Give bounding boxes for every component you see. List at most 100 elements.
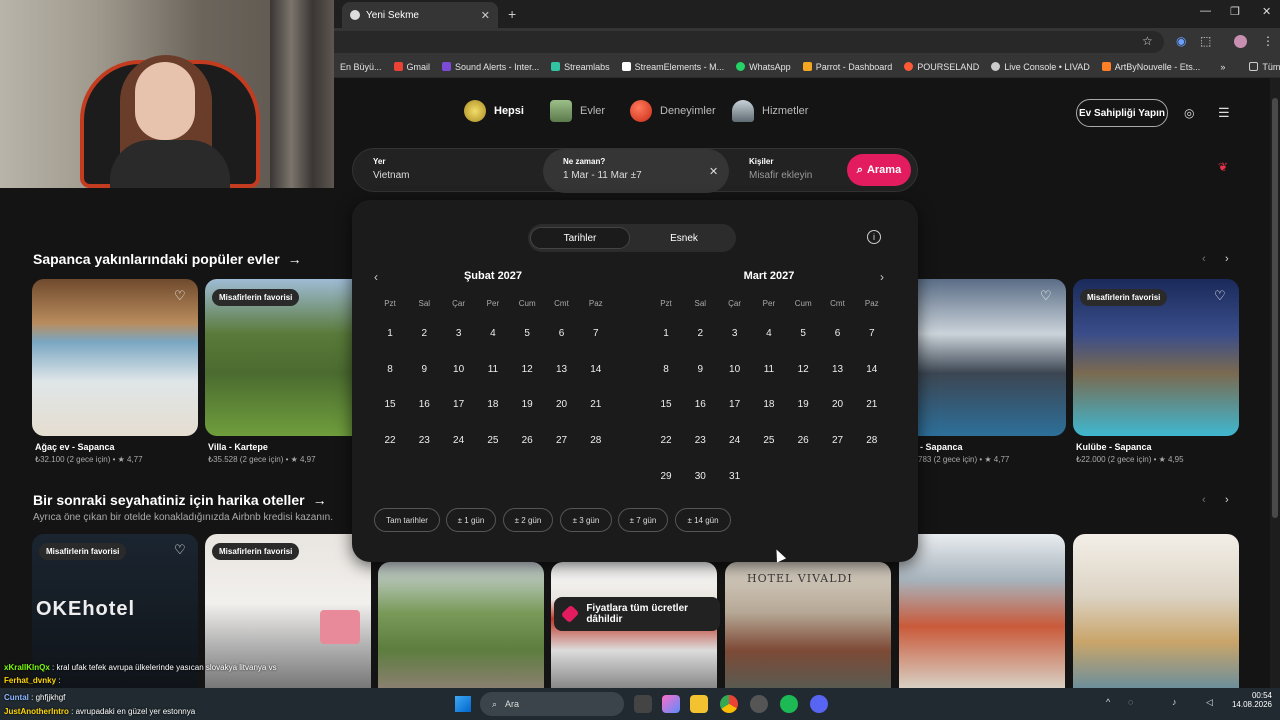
tab-flexible[interactable]: Esnek — [634, 227, 734, 249]
calendar-day[interactable]: 10 — [442, 364, 476, 375]
calendar-day[interactable]: 20 — [821, 399, 855, 410]
all-bookmarks-button[interactable]: Tüm Yer İşaretleri — [1243, 62, 1280, 72]
calendar-day[interactable]: 1 — [649, 328, 683, 339]
bookmark-item[interactable]: En Büyü... — [334, 62, 388, 72]
obs-icon[interactable] — [750, 695, 768, 713]
chip-exact-dates[interactable]: Tam tarihler — [374, 508, 440, 532]
category-hizmetler[interactable]: Hizmetler — [732, 100, 808, 122]
bookmark-pourseland[interactable]: POURSELAND — [898, 62, 985, 72]
calendar-day[interactable]: 29 — [649, 471, 683, 482]
calendar-day[interactable]: 24 — [442, 435, 476, 446]
chip-3-days[interactable]: ± 3 gün — [560, 508, 612, 532]
scrollbar-thumb[interactable] — [1272, 98, 1278, 518]
address-bar[interactable] — [334, 31, 1164, 53]
calendar-day[interactable]: 5 — [510, 328, 544, 339]
calendar-day[interactable]: 15 — [373, 399, 407, 410]
category-hepsi[interactable]: Hepsi — [464, 100, 524, 122]
calendar-day[interactable]: 15 — [649, 399, 683, 410]
hamburger-menu-icon[interactable]: ☰ — [1218, 105, 1230, 121]
minimize-icon[interactable]: — — [1200, 5, 1211, 17]
calendar-day[interactable]: 11 — [752, 364, 786, 375]
calendar-day[interactable]: 3 — [718, 328, 752, 339]
heart-icon[interactable]: ♡ — [1040, 288, 1052, 304]
chip-1-day[interactable]: ± 1 gün — [446, 508, 496, 532]
calendar-day[interactable]: 21 — [579, 399, 613, 410]
calendar-day[interactable]: 25 — [476, 435, 510, 446]
hotel-photo[interactable] — [1073, 534, 1239, 688]
calendar-day[interactable]: 6 — [545, 328, 579, 339]
profile-avatar[interactable] — [1234, 35, 1247, 48]
next-arrow-icon[interactable]: › — [1225, 253, 1229, 265]
bookmark-livad[interactable]: Live Console • LIVAD — [985, 62, 1096, 72]
listing-title[interactable]: Kulübe - Sapanca — [1076, 442, 1152, 452]
info-icon[interactable]: i — [867, 230, 881, 244]
calendar-day[interactable]: 4 — [752, 328, 786, 339]
calendar-day[interactable]: 12 — [786, 364, 820, 375]
bookmark-whatsapp[interactable]: WhatsApp — [730, 62, 797, 72]
search-button[interactable]: ⌕ Arama — [847, 154, 911, 186]
tray-volume-icon[interactable]: ◁ — [1206, 697, 1213, 708]
calendar-day[interactable]: 16 — [683, 399, 717, 410]
calendar-day[interactable]: 14 — [855, 364, 889, 375]
close-tab-icon[interactable]: ✕ — [481, 9, 490, 22]
copilot-icon[interactable] — [662, 695, 680, 713]
calendar-day[interactable]: 31 — [718, 471, 752, 482]
more-menu-icon[interactable]: ⋮ — [1262, 34, 1274, 48]
calendar-day[interactable]: 28 — [855, 435, 889, 446]
calendar-day[interactable]: 26 — [786, 435, 820, 446]
calendar-day[interactable]: 8 — [373, 364, 407, 375]
bookmark-streamelements[interactable]: StreamElements - M... — [616, 62, 731, 72]
chrome-icon[interactable] — [720, 695, 738, 713]
discord-icon[interactable] — [810, 695, 828, 713]
listing-title[interactable]: Ağaç ev - Sapanca — [35, 442, 115, 452]
chip-2-days[interactable]: ± 2 gün — [503, 508, 553, 532]
new-tab-icon[interactable]: + — [508, 6, 516, 22]
calendar-day[interactable]: 27 — [545, 435, 579, 446]
where-field[interactable]: Yer Vietnam — [353, 149, 543, 193]
section-hotels-title[interactable]: Bir sonraki seyahatiniz için harika otel… — [33, 492, 327, 508]
calendar-day[interactable]: 6 — [821, 328, 855, 339]
when-field[interactable]: Ne zaman? 1 Mar - 11 Mar ±7 — [543, 149, 729, 193]
calendar-day[interactable]: 3 — [442, 328, 476, 339]
calendar-day[interactable]: 23 — [683, 435, 717, 446]
calendar-day[interactable]: 18 — [476, 399, 510, 410]
calendar-day[interactable]: 10 — [718, 364, 752, 375]
guests-field[interactable]: Kişiler Misafir ekleyin — [729, 149, 847, 193]
bookmarks-overflow-button[interactable]: » — [1214, 62, 1231, 72]
listing-title[interactable]: Villa - Kartepe — [208, 442, 268, 452]
chip-7-days[interactable]: ± 7 gün — [618, 508, 668, 532]
calendar-day[interactable]: 1 — [373, 328, 407, 339]
calendar-day[interactable]: 17 — [718, 399, 752, 410]
calendar-day[interactable]: 25 — [752, 435, 786, 446]
calendar-day[interactable]: 5 — [786, 328, 820, 339]
calendar-day[interactable]: 18 — [752, 399, 786, 410]
calendar-day[interactable]: 13 — [545, 364, 579, 375]
calendar-day[interactable]: 20 — [545, 399, 579, 410]
page-scrollbar[interactable] — [1270, 78, 1280, 688]
calendar-day[interactable]: 19 — [510, 399, 544, 410]
calendar-day[interactable]: 9 — [407, 364, 441, 375]
globe-icon[interactable]: ◎ — [1184, 106, 1194, 120]
listing-title[interactable]: - Sapanca — [920, 442, 963, 452]
heart-icon[interactable]: ♡ — [174, 542, 186, 558]
heart-icon[interactable]: ♡ — [1214, 288, 1226, 304]
taskbar-search[interactable]: ⌕ Ara — [480, 692, 624, 716]
close-window-icon[interactable]: ✕ — [1262, 5, 1271, 18]
calendar-day[interactable]: 14 — [579, 364, 613, 375]
browser-tab[interactable]: Yeni Sekme ✕ — [342, 2, 498, 28]
tray-chevron-icon[interactable]: ^ — [1106, 697, 1110, 707]
bookmark-artbynouvelle[interactable]: ArtByNouvelle - Ets... — [1096, 62, 1207, 72]
tray-wifi-icon[interactable]: ◌ — [1128, 697, 1133, 707]
next-arrow-icon[interactable]: › — [1225, 494, 1229, 506]
spotify-icon[interactable] — [780, 695, 798, 713]
calendar-day[interactable]: 22 — [649, 435, 683, 446]
bookmark-streamlabs[interactable]: Streamlabs — [545, 62, 616, 72]
calendar-day[interactable]: 26 — [510, 435, 544, 446]
calendar-day[interactable]: 7 — [579, 328, 613, 339]
tray-mic-icon[interactable]: ♪ — [1172, 697, 1177, 707]
calendar-day[interactable]: 2 — [407, 328, 441, 339]
bookmark-gmail[interactable]: Gmail — [388, 62, 437, 72]
calendar-day[interactable]: 21 — [855, 399, 889, 410]
calendar-day[interactable]: 28 — [579, 435, 613, 446]
bookmark-sound-alerts[interactable]: Sound Alerts - Inter... — [436, 62, 545, 72]
